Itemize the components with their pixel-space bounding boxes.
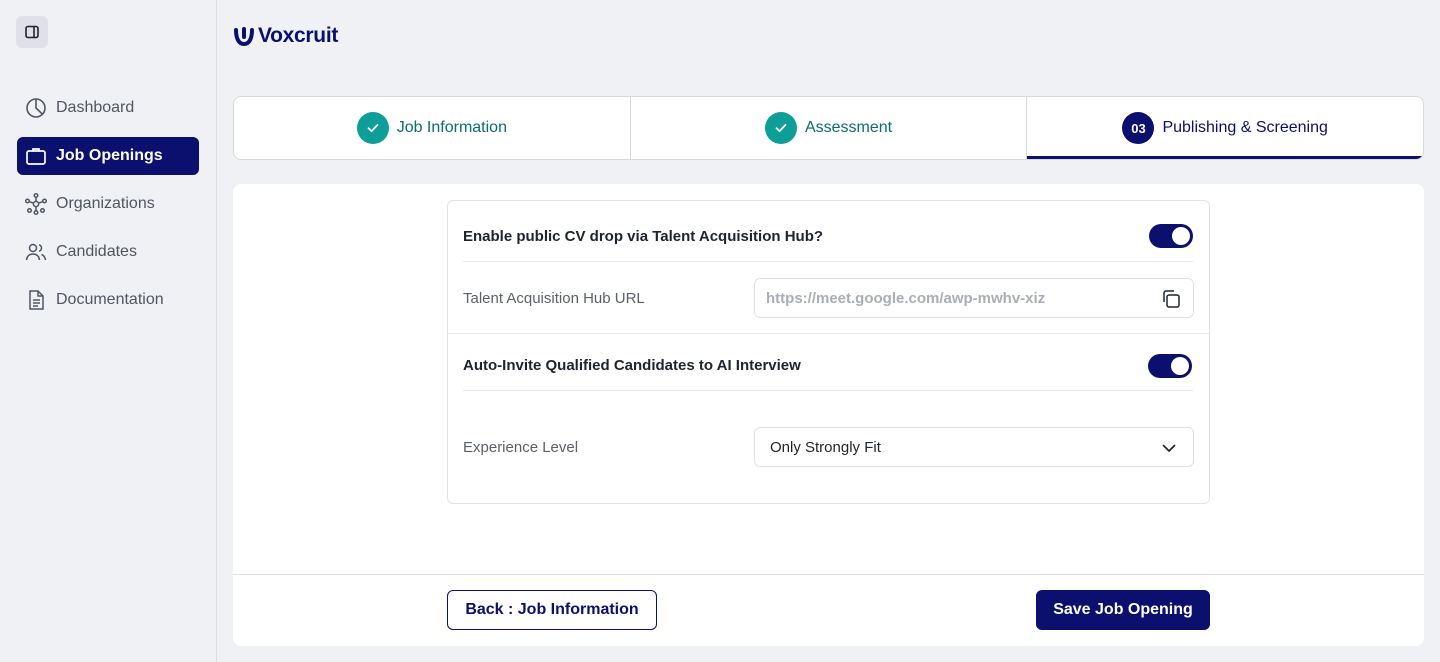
document-icon xyxy=(24,288,48,312)
step-number-badge: 03 xyxy=(1122,112,1155,144)
experience-level-value: Only Strongly Fit xyxy=(770,438,881,456)
step-label: Publishing & Screening xyxy=(1162,119,1328,136)
brand-name: Voxcruit xyxy=(258,24,339,47)
hub-url-input[interactable] xyxy=(766,289,1146,307)
sidebar-collapse-button[interactable] xyxy=(16,16,48,48)
briefcase-icon xyxy=(24,144,48,168)
divider xyxy=(463,261,1193,262)
divider xyxy=(463,390,1193,391)
chevron-down-icon xyxy=(1159,438,1179,458)
sidebar-item-organizations[interactable]: Organizations xyxy=(17,185,199,223)
check-icon xyxy=(356,112,389,144)
sidebar-item-documentation[interactable]: Documentation xyxy=(17,281,199,319)
back-button[interactable]: Back : Job Information xyxy=(447,590,657,630)
toggle-knob xyxy=(1172,227,1190,245)
network-icon xyxy=(24,192,48,216)
sidebar-item-candidates[interactable]: Candidates xyxy=(17,233,199,271)
sidebar-item-dashboard[interactable]: Dashboard xyxy=(17,89,199,127)
cv-drop-toggle[interactable] xyxy=(1149,224,1193,248)
experience-level-label: Experience Level xyxy=(463,439,579,456)
auto-invite-title: Auto-Invite Qualified Candidates to AI I… xyxy=(463,357,801,374)
step-label: Job Information xyxy=(396,119,507,136)
step-label: Assessment xyxy=(804,119,893,136)
step-indicator: Job Information Assessment 03 Publishing… xyxy=(233,96,1424,160)
sidebar-item-label: Documentation xyxy=(56,291,164,308)
sidebar-toggle-icon xyxy=(25,25,39,39)
sidebar-item-label: Dashboard xyxy=(56,99,135,116)
toggle-knob xyxy=(1171,357,1189,375)
experience-level-select[interactable]: Only Strongly Fit xyxy=(754,427,1194,467)
divider xyxy=(448,333,1209,334)
check-icon xyxy=(764,112,797,144)
footer-divider xyxy=(233,574,1424,575)
hub-url-label: Talent Acquisition Hub URL xyxy=(463,290,645,307)
sidebar: Dashboard Job Openings Organizations Can… xyxy=(0,0,217,662)
sidebar-item-job-openings[interactable]: Job Openings xyxy=(17,137,199,175)
publishing-settings-panel: Enable public CV drop via Talent Acquisi… xyxy=(447,200,1210,504)
step-publishing-screening[interactable]: 03 Publishing & Screening xyxy=(1026,97,1423,159)
pie-chart-icon xyxy=(24,96,48,120)
brand-logo[interactable]: Voxcruit xyxy=(233,24,338,48)
step-job-information[interactable]: Job Information xyxy=(234,97,630,159)
sidebar-item-label: Job Openings xyxy=(56,147,163,164)
sidebar-item-label: Organizations xyxy=(56,195,155,212)
save-job-opening-button[interactable]: Save Job Opening xyxy=(1036,590,1210,630)
voxcruit-logo-icon xyxy=(234,27,254,47)
step-assessment[interactable]: Assessment xyxy=(629,97,1027,159)
form-card: Enable public CV drop via Talent Acquisi… xyxy=(233,184,1424,646)
hub-url-field[interactable] xyxy=(754,278,1194,318)
copy-icon[interactable] xyxy=(1159,287,1183,311)
auto-invite-toggle[interactable] xyxy=(1148,354,1192,378)
sidebar-item-label: Candidates xyxy=(56,243,137,260)
cv-drop-title: Enable public CV drop via Talent Acquisi… xyxy=(463,228,824,245)
sidebar-nav: Dashboard Job Openings Organizations Can… xyxy=(17,89,199,329)
users-icon xyxy=(24,240,48,264)
